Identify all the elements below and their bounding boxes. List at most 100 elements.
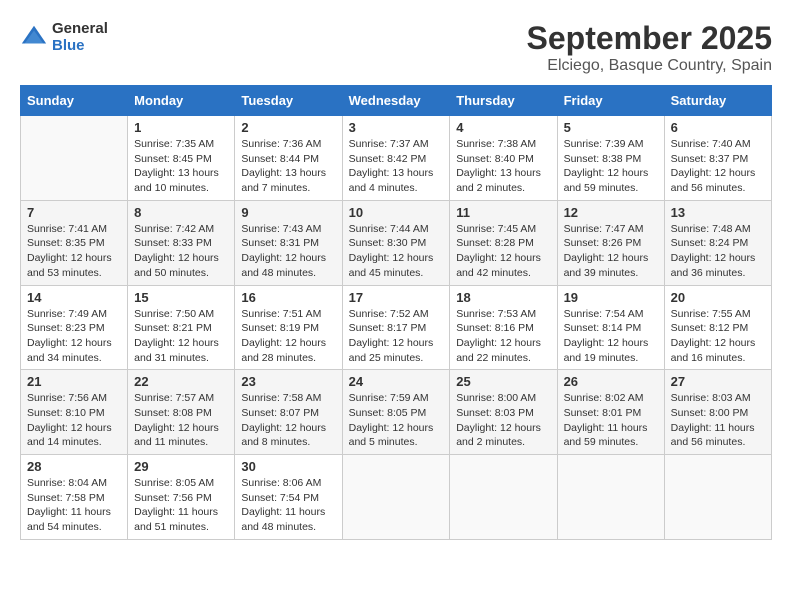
sunrise-text: Sunrise: 7:39 AM	[564, 138, 644, 150]
daylight-text: Daylight: 13 hours and 7 minutes.	[241, 167, 326, 194]
calendar-cell: 19 Sunrise: 7:54 AM Sunset: 8:14 PM Dayl…	[557, 285, 664, 370]
sunrise-text: Sunrise: 7:59 AM	[349, 392, 429, 404]
daylight-text: Daylight: 12 hours and 39 minutes.	[564, 252, 649, 279]
sunset-text: Sunset: 7:56 PM	[134, 492, 212, 504]
sunset-text: Sunset: 8:37 PM	[671, 153, 749, 165]
calendar-cell: 8 Sunrise: 7:42 AM Sunset: 8:33 PM Dayli…	[128, 200, 235, 285]
week-row-5: 28 Sunrise: 8:04 AM Sunset: 7:58 PM Dayl…	[21, 455, 772, 540]
daylight-text: Daylight: 12 hours and 2 minutes.	[456, 422, 541, 449]
week-row-3: 14 Sunrise: 7:49 AM Sunset: 8:23 PM Dayl…	[21, 285, 772, 370]
sunrise-text: Sunrise: 7:44 AM	[349, 223, 429, 235]
day-number: 15	[134, 290, 228, 305]
col-thursday: Thursday	[450, 86, 557, 116]
calendar-cell: 5 Sunrise: 7:39 AM Sunset: 8:38 PM Dayli…	[557, 116, 664, 201]
sunrise-text: Sunrise: 7:58 AM	[241, 392, 321, 404]
sunset-text: Sunset: 8:23 PM	[27, 322, 105, 334]
week-row-4: 21 Sunrise: 7:56 AM Sunset: 8:10 PM Dayl…	[21, 370, 772, 455]
day-number: 30	[241, 459, 335, 474]
calendar-cell: 24 Sunrise: 7:59 AM Sunset: 8:05 PM Dayl…	[342, 370, 450, 455]
calendar-cell: 6 Sunrise: 7:40 AM Sunset: 8:37 PM Dayli…	[664, 116, 771, 201]
sunrise-text: Sunrise: 7:47 AM	[564, 223, 644, 235]
day-number: 5	[564, 120, 658, 135]
calendar-cell: 10 Sunrise: 7:44 AM Sunset: 8:30 PM Dayl…	[342, 200, 450, 285]
sunset-text: Sunset: 8:44 PM	[241, 153, 319, 165]
calendar-cell: 15 Sunrise: 7:50 AM Sunset: 8:21 PM Dayl…	[128, 285, 235, 370]
calendar-cell: 7 Sunrise: 7:41 AM Sunset: 8:35 PM Dayli…	[21, 200, 128, 285]
sunrise-text: Sunrise: 7:41 AM	[27, 223, 107, 235]
sunrise-text: Sunrise: 7:54 AM	[564, 308, 644, 320]
day-number: 8	[134, 205, 228, 220]
sunrise-text: Sunrise: 7:52 AM	[349, 308, 429, 320]
calendar-title: September 2025	[527, 20, 772, 57]
sunset-text: Sunset: 8:07 PM	[241, 407, 319, 419]
sunset-text: Sunset: 8:30 PM	[349, 237, 427, 249]
day-number: 11	[456, 205, 550, 220]
logo-text: General Blue	[52, 20, 108, 54]
day-number: 22	[134, 374, 228, 389]
calendar-cell: 2 Sunrise: 7:36 AM Sunset: 8:44 PM Dayli…	[235, 116, 342, 201]
day-number: 21	[27, 374, 121, 389]
sunset-text: Sunset: 8:01 PM	[564, 407, 642, 419]
calendar-table: Sunday Monday Tuesday Wednesday Thursday…	[20, 85, 772, 540]
calendar-cell	[664, 455, 771, 540]
daylight-text: Daylight: 12 hours and 28 minutes.	[241, 337, 326, 364]
day-number: 3	[349, 120, 444, 135]
sunrise-text: Sunrise: 7:43 AM	[241, 223, 321, 235]
sunrise-text: Sunrise: 7:38 AM	[456, 138, 536, 150]
daylight-text: Daylight: 12 hours and 11 minutes.	[134, 422, 219, 449]
calendar-cell: 4 Sunrise: 7:38 AM Sunset: 8:40 PM Dayli…	[450, 116, 557, 201]
daylight-text: Daylight: 12 hours and 50 minutes.	[134, 252, 219, 279]
daylight-text: Daylight: 11 hours and 51 minutes.	[134, 506, 218, 533]
header-row: Sunday Monday Tuesday Wednesday Thursday…	[21, 86, 772, 116]
sunset-text: Sunset: 8:05 PM	[349, 407, 427, 419]
sunset-text: Sunset: 8:00 PM	[671, 407, 749, 419]
day-number: 2	[241, 120, 335, 135]
day-number: 18	[456, 290, 550, 305]
col-monday: Monday	[128, 86, 235, 116]
calendar-cell: 21 Sunrise: 7:56 AM Sunset: 8:10 PM Dayl…	[21, 370, 128, 455]
sunrise-text: Sunrise: 7:40 AM	[671, 138, 751, 150]
daylight-text: Daylight: 12 hours and 19 minutes.	[564, 337, 649, 364]
sunrise-text: Sunrise: 7:51 AM	[241, 308, 321, 320]
calendar-cell: 13 Sunrise: 7:48 AM Sunset: 8:24 PM Dayl…	[664, 200, 771, 285]
calendar-cell: 29 Sunrise: 8:05 AM Sunset: 7:56 PM Dayl…	[128, 455, 235, 540]
sunset-text: Sunset: 7:54 PM	[241, 492, 319, 504]
calendar-cell: 17 Sunrise: 7:52 AM Sunset: 8:17 PM Dayl…	[342, 285, 450, 370]
sunset-text: Sunset: 8:26 PM	[564, 237, 642, 249]
sunrise-text: Sunrise: 7:55 AM	[671, 308, 751, 320]
sunrise-text: Sunrise: 7:37 AM	[349, 138, 429, 150]
calendar-subtitle: Elciego, Basque Country, Spain	[527, 57, 772, 75]
logo: General Blue	[20, 20, 108, 54]
day-number: 17	[349, 290, 444, 305]
day-number: 23	[241, 374, 335, 389]
daylight-text: Daylight: 13 hours and 4 minutes.	[349, 167, 434, 194]
daylight-text: Daylight: 11 hours and 56 minutes.	[671, 422, 755, 449]
sunset-text: Sunset: 8:12 PM	[671, 322, 749, 334]
daylight-text: Daylight: 12 hours and 42 minutes.	[456, 252, 541, 279]
calendar-cell: 18 Sunrise: 7:53 AM Sunset: 8:16 PM Dayl…	[450, 285, 557, 370]
daylight-text: Daylight: 12 hours and 25 minutes.	[349, 337, 434, 364]
sunset-text: Sunset: 8:24 PM	[671, 237, 749, 249]
day-number: 4	[456, 120, 550, 135]
calendar-cell: 23 Sunrise: 7:58 AM Sunset: 8:07 PM Dayl…	[235, 370, 342, 455]
day-number: 25	[456, 374, 550, 389]
daylight-text: Daylight: 12 hours and 48 minutes.	[241, 252, 326, 279]
calendar-cell: 14 Sunrise: 7:49 AM Sunset: 8:23 PM Dayl…	[21, 285, 128, 370]
sunset-text: Sunset: 8:42 PM	[349, 153, 427, 165]
daylight-text: Daylight: 12 hours and 5 minutes.	[349, 422, 434, 449]
day-number: 10	[349, 205, 444, 220]
day-number: 29	[134, 459, 228, 474]
daylight-text: Daylight: 12 hours and 59 minutes.	[564, 167, 649, 194]
calendar-cell	[450, 455, 557, 540]
sunset-text: Sunset: 7:58 PM	[27, 492, 105, 504]
sunrise-text: Sunrise: 7:35 AM	[134, 138, 214, 150]
daylight-text: Daylight: 11 hours and 48 minutes.	[241, 506, 325, 533]
day-number: 16	[241, 290, 335, 305]
calendar-cell: 20 Sunrise: 7:55 AM Sunset: 8:12 PM Dayl…	[664, 285, 771, 370]
daylight-text: Daylight: 12 hours and 56 minutes.	[671, 167, 756, 194]
col-tuesday: Tuesday	[235, 86, 342, 116]
daylight-text: Daylight: 11 hours and 59 minutes.	[564, 422, 648, 449]
logo-icon	[20, 23, 48, 51]
sunrise-text: Sunrise: 8:00 AM	[456, 392, 536, 404]
calendar-cell	[342, 455, 450, 540]
